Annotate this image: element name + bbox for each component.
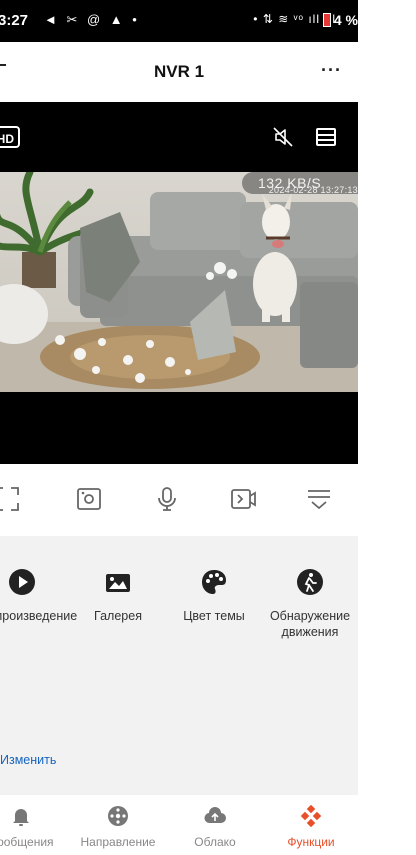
nav-direction[interactable]: Направление: [73, 805, 163, 849]
speaker-muted-icon[interactable]: [272, 126, 294, 148]
nav-messages[interactable]: Сообщения: [0, 805, 66, 849]
feature-gallery[interactable]: Галерея: [70, 568, 166, 624]
cloud-upload-icon: [204, 807, 226, 824]
app-screen: 3:27 ◄ ✂ @ ▲ • • ⇅ ≋ ᵛᵒ ıll ıll 4 % NVR …: [0, 0, 358, 855]
app-header: NVR 1 ···: [0, 42, 358, 102]
bottom-navigation: Сообщения Направление Облако: [0, 795, 358, 855]
nav-cloud[interactable]: Облако: [170, 805, 260, 849]
palette-icon: [202, 570, 226, 594]
nav-functions[interactable]: Функции: [266, 805, 356, 849]
status-bar: 3:27 ◄ ✂ @ ▲ • • ⇅ ≋ ᵛᵒ ıll ıll 4 %: [0, 0, 358, 42]
settings-menu-icon[interactable]: [306, 486, 332, 512]
bell-icon: [13, 809, 29, 826]
nav-label: Направление: [80, 835, 156, 849]
feature-panel: Воспроизведение Галерея Цвет темы: [0, 536, 358, 795]
screen-margin: [358, 0, 416, 855]
gallery-icon: [106, 574, 130, 592]
feature-label: Воспроизведение: [0, 609, 78, 623]
camera-video-frame[interactable]: 132 KB/S 2024-02-28 13:27:13: [0, 172, 358, 392]
player-bottom-bar: [0, 392, 358, 464]
player-top-bar: HD: [0, 102, 358, 172]
battery-indicator: 4 %: [322, 12, 358, 28]
battery-level: 4 %: [333, 12, 358, 28]
record-icon[interactable]: [230, 486, 256, 512]
microphone-icon[interactable]: [154, 486, 180, 512]
feature-theme-color[interactable]: Цвет темы: [166, 568, 262, 624]
feature-playback[interactable]: Воспроизведение: [0, 568, 78, 624]
player-controls: [0, 464, 358, 536]
layout-icon[interactable]: [316, 128, 336, 146]
nav-label: Сообщения: [0, 835, 54, 849]
snapshot-icon[interactable]: [76, 486, 102, 512]
video-scene: [0, 172, 358, 392]
edit-features-link[interactable]: Изменить: [0, 753, 56, 767]
feature-motion-detection[interactable]: Обнаружение движения: [262, 568, 358, 640]
nav-label: Функции: [287, 835, 335, 849]
battery-icon: [322, 13, 331, 27]
status-time: 3:27: [0, 12, 29, 29]
more-options-button[interactable]: ···: [321, 60, 342, 81]
joystick-icon: [108, 806, 128, 826]
feature-label: Обнаружение движения: [269, 609, 351, 639]
notification-icons: ◄ ✂ @ ▲ •: [44, 12, 140, 27]
fullscreen-icon[interactable]: [0, 486, 20, 512]
feature-label: Цвет темы: [183, 609, 245, 623]
nav-label: Облако: [194, 835, 236, 849]
motion-detection-icon: [297, 569, 323, 595]
play-circle-icon: [9, 569, 35, 595]
page-title: NVR 1: [153, 62, 205, 81]
functions-icon: [300, 805, 322, 827]
video-timestamp: 2024-02-28 13:27:13: [268, 185, 358, 195]
feature-label: Галерея: [94, 609, 142, 623]
hd-quality-button[interactable]: HD: [0, 126, 20, 148]
